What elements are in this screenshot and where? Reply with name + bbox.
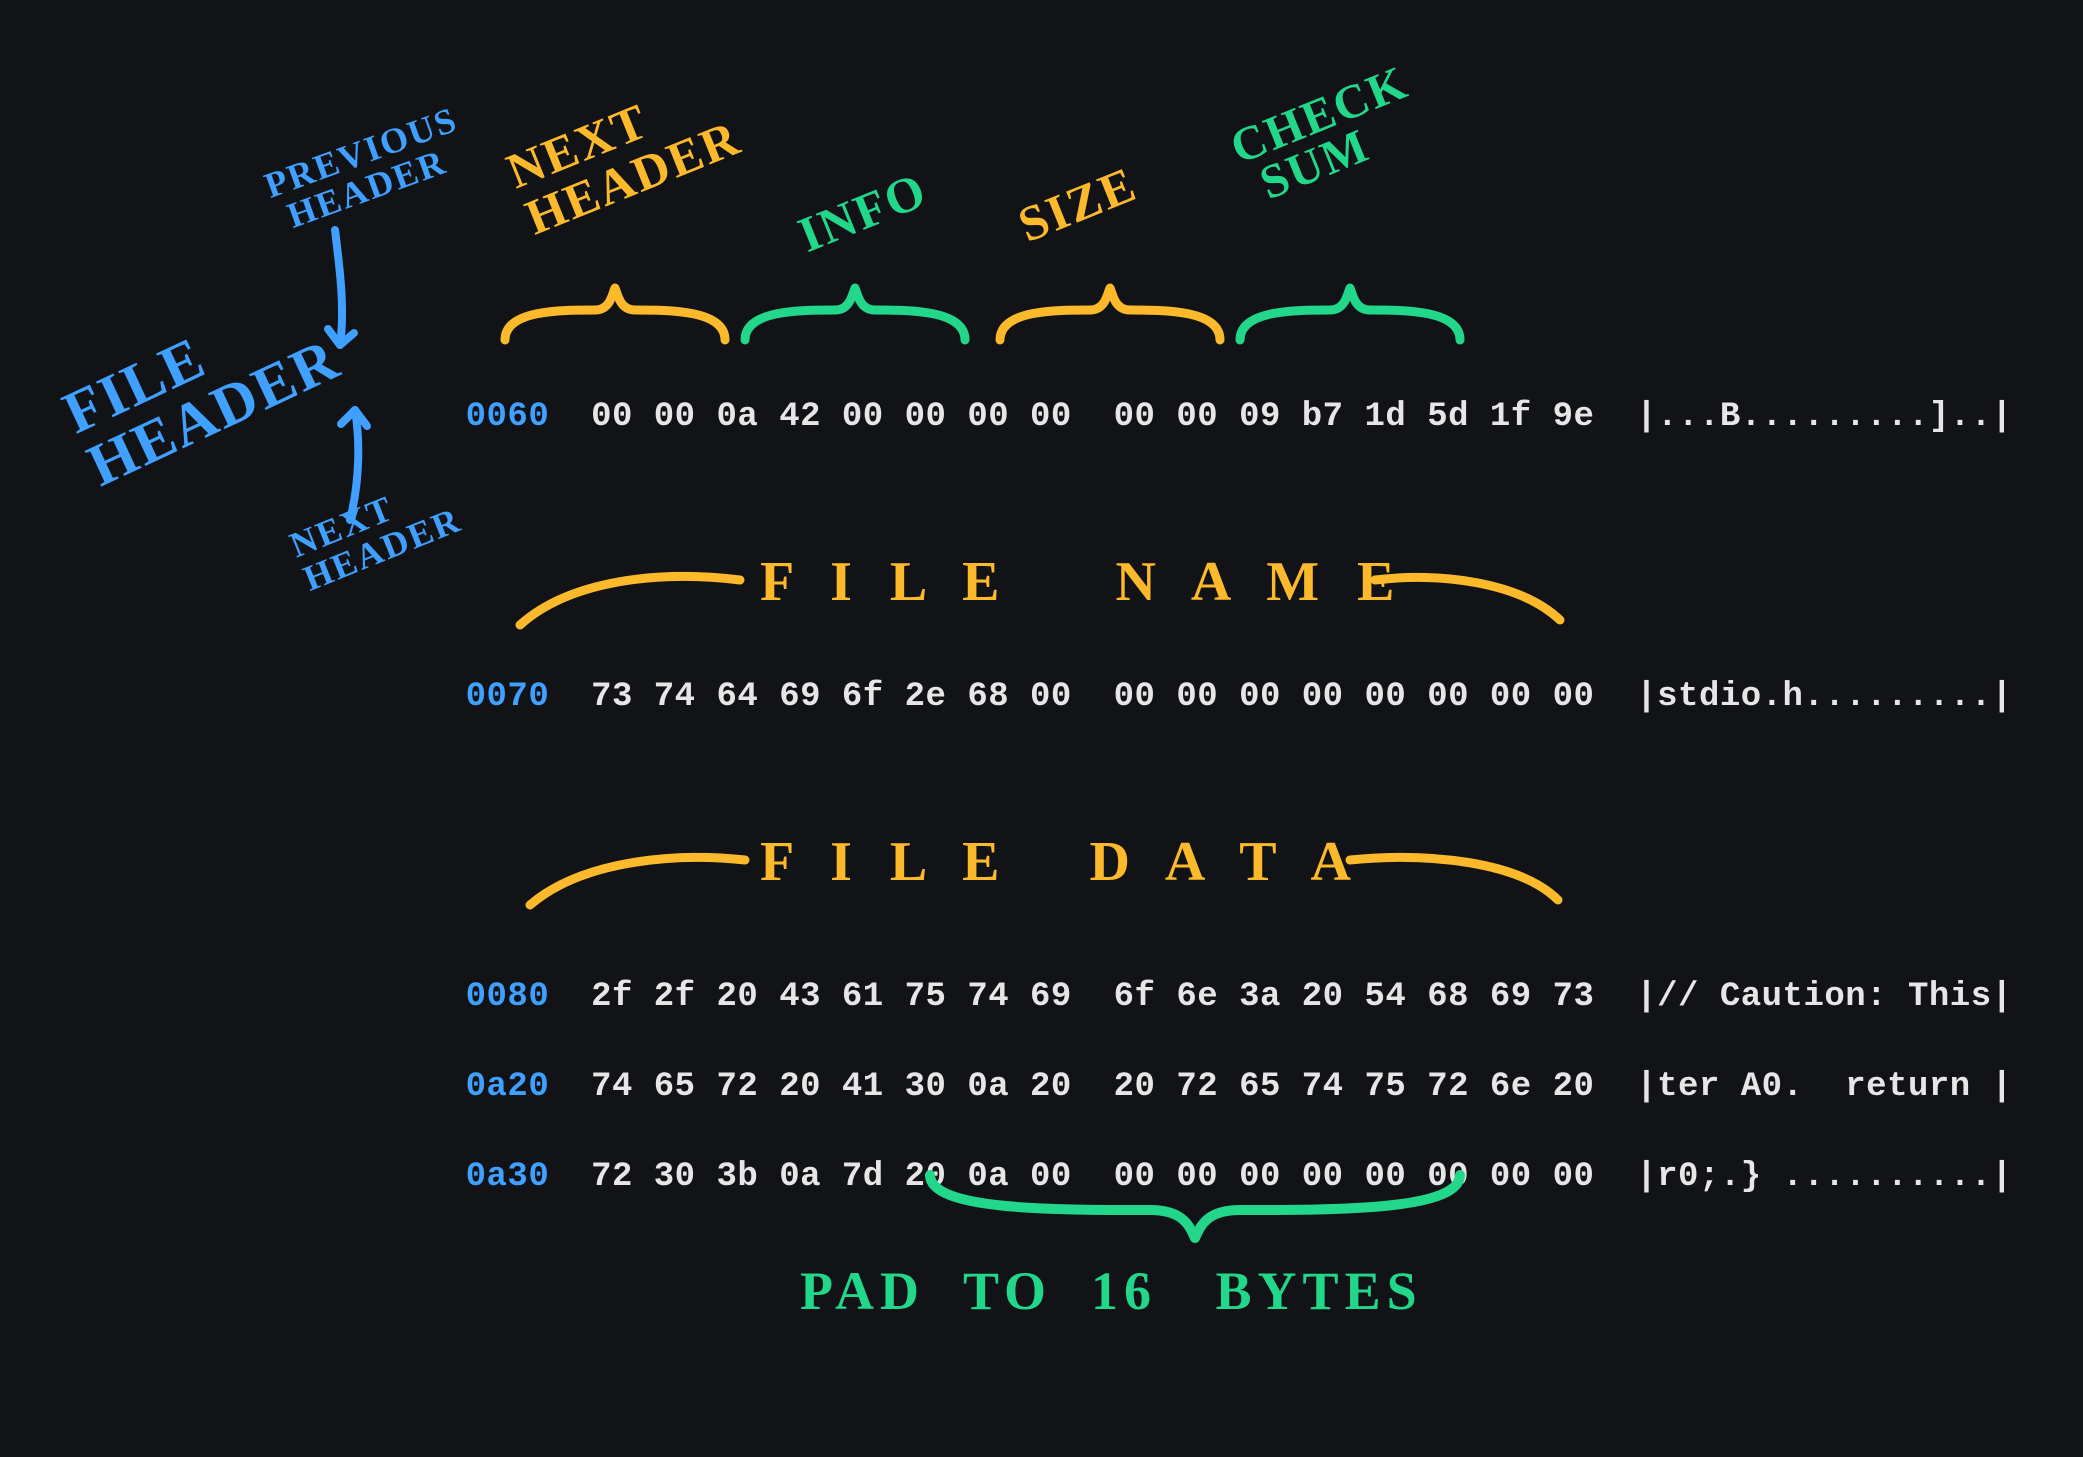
hex-row-0a30: 0a30 72 30 3b 0a 7d 20 0a 00 00 00 00 00… xyxy=(382,1120,2013,1234)
arrowhead-icon xyxy=(341,410,367,426)
hex-ascii: |ter A0. return | xyxy=(1636,1068,2012,1106)
hex-ascii: |...B.........]..| xyxy=(1636,398,2012,436)
label-file-header: FILE HEADER xyxy=(55,276,348,495)
hex-bytes: 73 74 64 69 6f 2e 68 00 00 00 00 00 00 0… xyxy=(591,678,1594,716)
label-size: SIZE xyxy=(1010,154,1145,253)
swoosh-icon xyxy=(520,576,740,625)
diagram-stage: FILE HEADER PREVIOUS HEADER NEXT HEADER … xyxy=(0,0,2083,1457)
label-pad-to-16-bytes: PAD TO 16 BYTES xyxy=(800,1260,1423,1322)
label-next-header: NEXT HEADER xyxy=(500,65,747,242)
label-info: INFO xyxy=(790,160,935,264)
hex-offset: 0060 xyxy=(466,398,550,436)
label-next-header-side: NEXT HEADER xyxy=(285,468,466,597)
label-checksum: CHECK SUM xyxy=(1225,60,1430,211)
hex-ascii: |stdio.h.........| xyxy=(1636,678,2012,716)
arrowhead-icon xyxy=(328,329,354,345)
label-previous-header: PREVIOUS HEADER xyxy=(260,101,474,238)
hex-offset: 0a20 xyxy=(466,1068,550,1106)
hex-bytes: 00 00 0a 42 00 00 00 00 00 00 09 b7 1d 5… xyxy=(591,398,1594,436)
hex-bytes: 74 65 72 20 41 30 0a 20 20 72 65 74 75 7… xyxy=(591,1068,1594,1106)
hex-row-0070: 0070 73 74 64 69 6f 2e 68 00 00 00 00 00… xyxy=(382,640,2013,754)
label-file-data: F I L E D A T A xyxy=(760,830,1363,894)
hex-ascii: |// Caution: This| xyxy=(1636,978,2012,1016)
swoosh-icon xyxy=(530,857,745,905)
brace-icon xyxy=(745,288,965,340)
hex-row-0060: 0060 00 00 0a 42 00 00 00 00 00 00 09 b7… xyxy=(382,360,2013,474)
swoosh-icon xyxy=(1350,857,1558,900)
hex-offset: 0a30 xyxy=(466,1158,550,1196)
brace-icon xyxy=(1240,288,1460,340)
hex-offset: 0070 xyxy=(466,678,550,716)
brace-icon xyxy=(1000,288,1220,340)
brace-icon xyxy=(505,288,725,340)
hex-ascii: |r0;.} ..........| xyxy=(1636,1158,2012,1196)
hex-bytes: 2f 2f 20 43 61 75 74 69 6f 6e 3a 20 54 6… xyxy=(591,978,1594,1016)
arrow-icon xyxy=(335,230,342,345)
hex-bytes: 72 30 3b 0a 7d 20 0a 00 00 00 00 00 00 0… xyxy=(591,1158,1594,1196)
label-file-name: F I L E N A M E xyxy=(760,550,1406,614)
hex-offset: 0080 xyxy=(466,978,550,1016)
